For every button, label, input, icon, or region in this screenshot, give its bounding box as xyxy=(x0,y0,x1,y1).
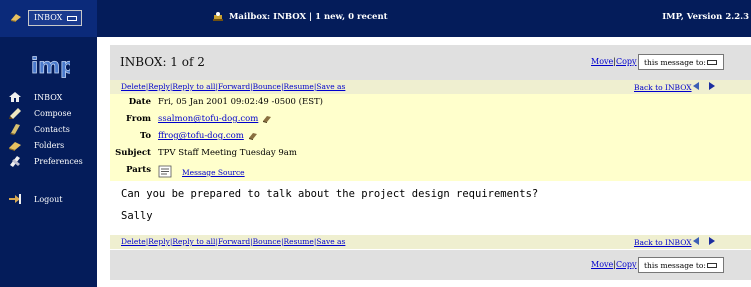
reply-all-link[interactable]: Reply to all xyxy=(172,237,215,246)
to-address-link[interactable]: ffrog@tofu-dog.com xyxy=(158,131,244,141)
copy-link[interactable]: Copy xyxy=(616,260,637,269)
home-icon xyxy=(9,92,21,102)
move-link[interactable]: Move xyxy=(591,57,613,66)
reply-all-link[interactable]: Reply to all xyxy=(172,82,215,91)
subject-value: TPV Staff Meeting Tuesday 9am xyxy=(158,148,297,158)
add-contact-icon[interactable] xyxy=(248,132,258,140)
new-mail-icon xyxy=(213,12,223,21)
forward-link[interactable]: Forward xyxy=(218,82,250,91)
action-links: Delete|Reply|Reply to all|Forward|Bounce… xyxy=(121,82,345,91)
parts-label: Parts xyxy=(126,165,151,175)
resume-link[interactable]: Resume xyxy=(284,82,314,91)
body-line: Sally xyxy=(121,210,153,222)
sidebar-item-compose[interactable]: Compose xyxy=(8,107,94,121)
top-bar: INBOX Mailbox: INBOX | 1 new, 0 recent I… xyxy=(0,0,751,37)
previous-message-icon[interactable] xyxy=(693,237,699,245)
save-as-link[interactable]: Save as xyxy=(316,82,345,91)
from-address-link[interactable]: ssalmon@tofu-dog.com xyxy=(158,114,258,124)
message-headers: Date Fri, 05 Jan 2001 09:02:49 -0500 (ES… xyxy=(110,94,751,181)
header-subject: Subject TPV Staff Meeting Tuesday 9am xyxy=(110,146,751,161)
mailbox-icon xyxy=(11,14,21,22)
from-label: From xyxy=(125,114,151,124)
contacts-icon xyxy=(10,124,20,135)
header-parts: Parts Message Source xyxy=(110,163,751,181)
page-title: INBOX: 1 of 2 xyxy=(120,55,205,69)
preferences-icon xyxy=(10,156,20,167)
action-links: Delete|Reply|Reply to all|Forward|Bounce… xyxy=(121,237,345,246)
delete-link[interactable]: Delete xyxy=(121,237,146,246)
document-icon xyxy=(158,165,172,178)
sidebar-item-label: Logout xyxy=(34,195,63,204)
next-message-icon[interactable] xyxy=(709,237,715,245)
date-label: Date xyxy=(128,97,151,107)
header-to: To ffrog@tofu-dog.com xyxy=(110,129,751,144)
mailbox-status: Mailbox: INBOX | 1 new, 0 recent xyxy=(229,12,388,22)
back-to-inbox-link[interactable]: Back to INBOX xyxy=(634,83,692,92)
copy-link[interactable]: Copy xyxy=(616,57,637,66)
header-date: Date Fri, 05 Jan 2001 09:02:49 -0500 (ES… xyxy=(110,95,751,110)
message-footer-bar: Move|Copy this message to: xyxy=(110,250,751,280)
add-contact-icon[interactable] xyxy=(262,115,272,123)
header-from: From ssalmon@tofu-dog.com xyxy=(110,112,751,127)
sidebar-item-logout[interactable]: Logout xyxy=(8,193,94,207)
version-label: IMP, Version 2.2.3 xyxy=(662,12,749,22)
to-value: ffrog@tofu-dog.com xyxy=(158,131,258,141)
from-value: ssalmon@tofu-dog.com xyxy=(158,114,272,124)
forward-link[interactable]: Forward xyxy=(218,237,250,246)
dropdown-icon xyxy=(67,16,77,21)
move-copy-links: Move|Copy xyxy=(591,260,637,269)
to-label: To xyxy=(139,131,151,141)
mailbox-select[interactable]: INBOX xyxy=(28,10,82,26)
message-to-select[interactable]: this message to: xyxy=(638,54,724,70)
message-to-select[interactable]: this message to: xyxy=(638,257,724,273)
compose-icon xyxy=(9,108,21,119)
sidebar-item-preferences[interactable]: Preferences xyxy=(8,155,94,169)
message-title-bar: INBOX: 1 of 2 Move|Copy this message to: xyxy=(110,45,751,80)
reply-link[interactable]: Reply xyxy=(148,82,170,91)
sidebar-item-label: Compose xyxy=(34,109,72,118)
subject-label: Subject xyxy=(115,148,151,158)
move-link[interactable]: Move xyxy=(591,260,613,269)
body-line: Can you be prepared to talk about the pr… xyxy=(121,188,539,200)
delete-link[interactable]: Delete xyxy=(121,82,146,91)
sidebar-item-label: INBOX xyxy=(34,93,63,102)
sidebar-item-inbox[interactable]: INBOX xyxy=(8,91,94,105)
folders-icon xyxy=(9,142,21,151)
message-view: INBOX: 1 of 2 Move|Copy this message to:… xyxy=(110,37,751,287)
bounce-link[interactable]: Bounce xyxy=(253,82,281,91)
message-body: Can you be prepared to talk about the pr… xyxy=(110,181,751,231)
previous-message-icon[interactable] xyxy=(693,82,699,90)
imp-logo[interactable]: imp xyxy=(30,53,76,82)
sidebar-item-contacts[interactable]: Contacts xyxy=(8,123,94,137)
sidebar-item-label: Folders xyxy=(34,141,65,150)
resume-link[interactable]: Resume xyxy=(284,237,314,246)
reply-link[interactable]: Reply xyxy=(148,237,170,246)
bounce-link[interactable]: Bounce xyxy=(253,237,281,246)
message-to-label: this message to: xyxy=(644,261,706,270)
message-actions-top: Delete|Reply|Reply to all|Forward|Bounce… xyxy=(110,80,751,94)
save-as-link[interactable]: Save as xyxy=(316,237,345,246)
dropdown-icon xyxy=(707,60,717,65)
move-copy-links: Move|Copy xyxy=(591,57,637,66)
top-bar-left: INBOX xyxy=(0,0,97,37)
back-to-inbox-link[interactable]: Back to INBOX xyxy=(634,238,692,247)
message-source-link[interactable]: Message Source xyxy=(182,168,245,177)
dropdown-icon xyxy=(707,263,717,268)
mailbox-select-label: INBOX xyxy=(34,13,63,22)
sidebar-item-label: Contacts xyxy=(34,125,70,134)
next-message-icon[interactable] xyxy=(709,82,715,90)
message-actions-bottom: Delete|Reply|Reply to all|Forward|Bounce… xyxy=(110,235,751,249)
sidebar-item-label: Preferences xyxy=(34,157,83,166)
sidebar: imp INBOX Compose Contacts Folders Prefe… xyxy=(0,37,97,287)
message-to-label: this message to: xyxy=(644,58,706,67)
date-value: Fri, 05 Jan 2001 09:02:49 -0500 (EST) xyxy=(158,97,323,107)
sidebar-item-folders[interactable]: Folders xyxy=(8,139,94,153)
logo-text: imp xyxy=(31,54,70,78)
logout-icon xyxy=(9,194,21,204)
